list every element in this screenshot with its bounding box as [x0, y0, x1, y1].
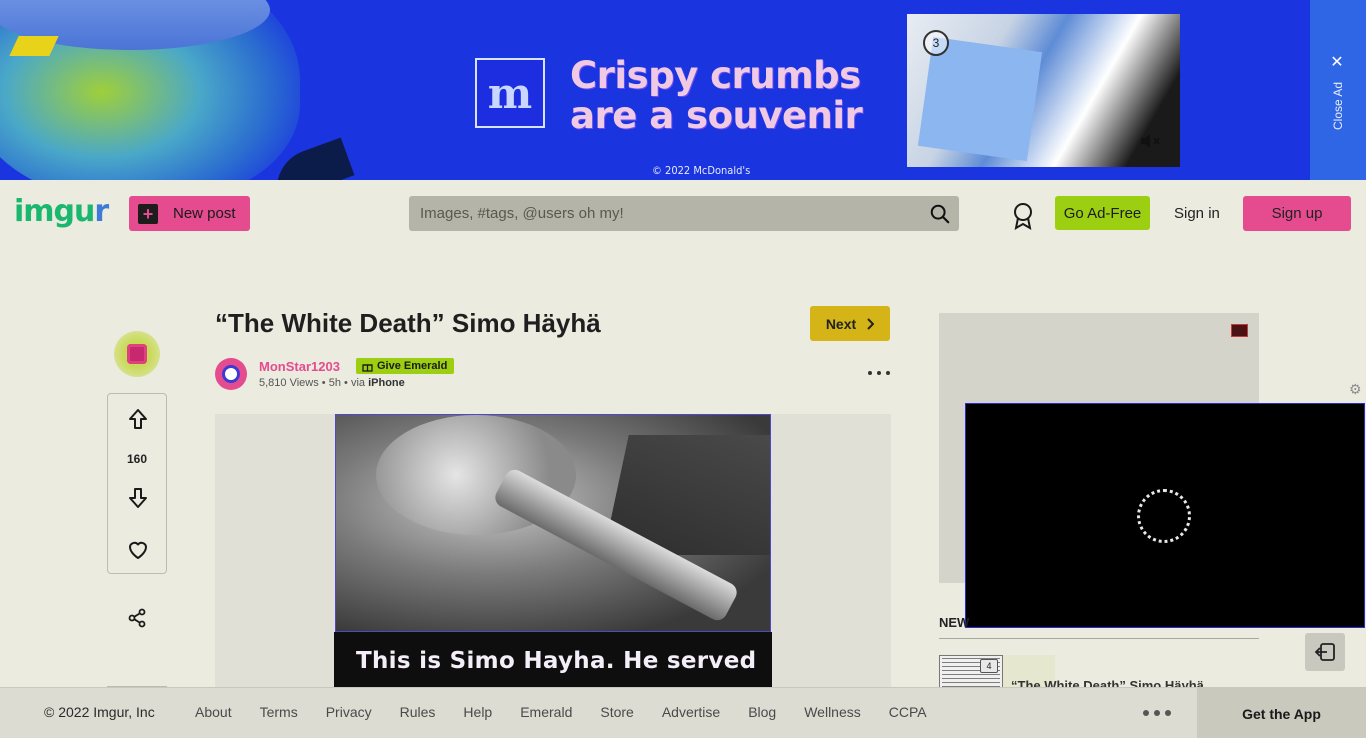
username-link[interactable]: MonStar1203 [259, 359, 340, 374]
share-panel [107, 590, 167, 646]
via-prefix: via [350, 377, 366, 389]
dot-icon [1143, 710, 1149, 716]
next-label: Next [825, 315, 857, 332]
new-posts-heading: NEW [939, 615, 970, 630]
via-device: iPhone [368, 377, 405, 389]
upvote-icon[interactable] [126, 407, 150, 431]
give-emerald-label: Give Emerald [377, 360, 448, 372]
get-the-app-button[interactable]: Get the App [1197, 688, 1366, 738]
top-ad-banner[interactable]: m Crispy crumbs are a souvenir © 2022 Mc… [0, 0, 1366, 180]
chevron-right-icon [867, 317, 875, 330]
footer-links: About Terms Privacy Rules Help Emerald S… [195, 704, 955, 720]
meta-separator: • [344, 377, 351, 389]
footer-link-rules[interactable]: Rules [400, 704, 436, 720]
close-icon[interactable]: ✕ [1329, 55, 1345, 71]
footer-link-wellness[interactable]: Wellness [804, 704, 861, 720]
ad-headline-line1: Crispy crumbs [570, 54, 861, 97]
logo-text-end: r [94, 194, 109, 229]
more-options-button[interactable] [868, 366, 890, 380]
close-ad-label[interactable]: Close Ad [1331, 82, 1345, 130]
award-icon[interactable] [1011, 202, 1035, 230]
site-header: imgur + New post Go Ad-Free Sign in Sign… [0, 180, 1366, 248]
vote-count: 160 [126, 452, 148, 466]
footer-link-emerald[interactable]: Emerald [520, 704, 572, 720]
vote-panel: 160 [107, 393, 167, 574]
footer-more-button[interactable] [1143, 710, 1171, 716]
emerald-award-badge[interactable] [114, 331, 160, 377]
sign-up-button[interactable]: Sign up [1243, 196, 1351, 231]
logo-text-main: imgu [14, 194, 95, 229]
dot-icon [877, 371, 881, 375]
gift-icon [362, 363, 373, 372]
footer-link-privacy[interactable]: Privacy [326, 704, 372, 720]
footer-copyright: © 2022 Imgur, Inc [44, 704, 155, 720]
ad-video[interactable]: 3 [907, 14, 1180, 167]
view-count: 5,810 Views [259, 377, 319, 389]
exit-player-button[interactable] [1305, 633, 1345, 671]
avatar[interactable] [215, 358, 247, 390]
post-meta: 5,810 Views • 5h • via iPhone [259, 377, 405, 389]
go-ad-free-button[interactable]: Go Ad-Free [1055, 196, 1150, 230]
search-bar[interactable] [409, 196, 959, 231]
gear-icon[interactable]: ⚙ [1349, 382, 1363, 396]
mute-icon[interactable] [1138, 129, 1162, 153]
share-icon[interactable] [127, 608, 147, 628]
footer-link-blog[interactable]: Blog [748, 704, 776, 720]
post-time: 5h [328, 377, 341, 389]
exit-icon [1314, 643, 1335, 661]
footer-link-terms[interactable]: Terms [260, 704, 298, 720]
emerald-gem-icon [127, 344, 147, 364]
dot-icon [886, 371, 890, 375]
plus-icon: + [138, 203, 158, 224]
downvote-icon[interactable] [126, 486, 150, 510]
loading-spinner-icon [1137, 489, 1191, 543]
new-post-button[interactable]: + New post [129, 196, 250, 231]
next-post-button[interactable]: Next [810, 306, 890, 341]
heart-icon[interactable] [126, 538, 150, 562]
sign-in-link[interactable]: Sign in [1174, 205, 1220, 222]
footer-link-advertise[interactable]: Advertise [662, 704, 720, 720]
new-post-label: New post [173, 205, 236, 222]
search-icon[interactable] [929, 203, 951, 225]
ad-choices-icon[interactable] [1231, 324, 1248, 337]
thumbnail-image-count: 4 [980, 659, 998, 673]
ad-copyright: © 2022 McDonald's [652, 164, 751, 177]
search-input[interactable] [409, 196, 909, 231]
image-subtitle: This is Simo Hayha. He served [356, 648, 757, 674]
ad-video-countdown: 3 [923, 30, 949, 56]
footer-link-ccpa[interactable]: CCPA [889, 704, 927, 720]
post-title: “The White Death” Simo Häyhä [215, 308, 601, 338]
ad-headline: Crispy crumbs are a souvenir [570, 54, 863, 137]
imgur-logo[interactable]: imgur [14, 194, 109, 229]
dot-icon [1165, 710, 1171, 716]
footer-link-help[interactable]: Help [463, 704, 492, 720]
ad-headline-line2: are a souvenir [570, 94, 863, 137]
avatar-image [222, 365, 240, 383]
site-footer: © 2022 Imgur, Inc About Terms Privacy Ru… [0, 687, 1366, 738]
dot-icon [868, 371, 872, 375]
give-emerald-button[interactable]: Give Emerald [356, 358, 454, 374]
sidebar-divider [939, 638, 1259, 639]
ad-mcdonalds-logo: m [475, 58, 545, 128]
dot-icon [1154, 710, 1160, 716]
post-image[interactable] [335, 414, 771, 632]
footer-link-store[interactable]: Store [600, 704, 633, 720]
meta-separator: • [321, 377, 329, 389]
footer-link-about[interactable]: About [195, 704, 232, 720]
